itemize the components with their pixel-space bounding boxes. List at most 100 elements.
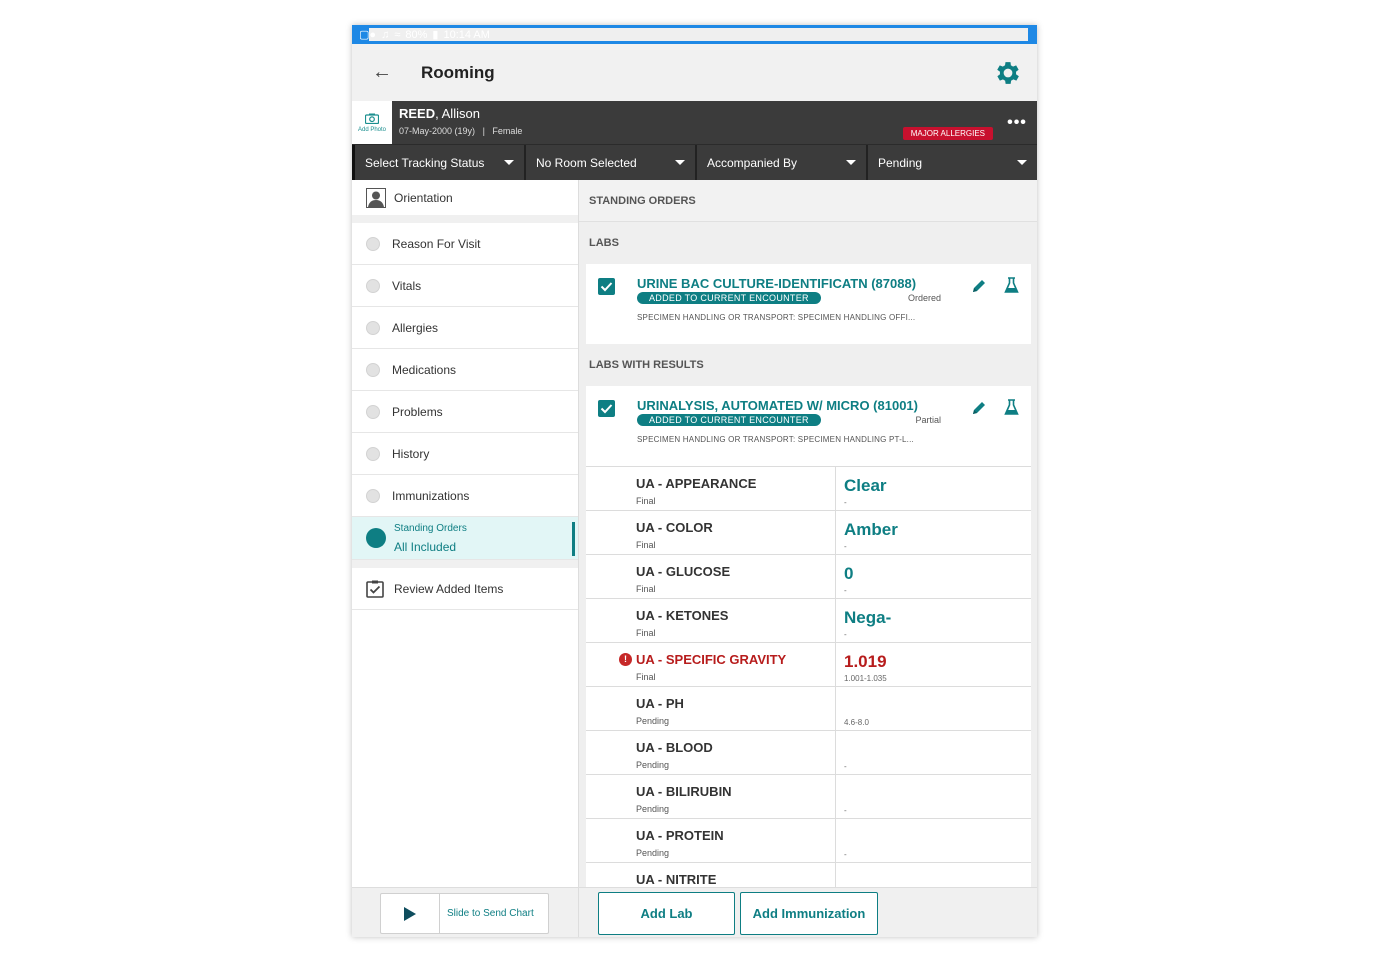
checkmark-icon [600, 404, 613, 414]
result-name: UA - BILIRUBIN [636, 784, 732, 799]
table-row: UA - APPEARANCE Final Clear - [586, 466, 1031, 510]
add-lab-button[interactable]: Add Lab [598, 892, 735, 935]
nav-item-vitals[interactable]: Vitals [352, 265, 578, 307]
result-range: - [844, 630, 847, 639]
result-value: Clear [844, 476, 887, 495]
result-value [844, 740, 1031, 760]
caret-down-icon [1017, 160, 1027, 165]
table-row: UA - BILIRUBIN Pending - [586, 774, 1031, 818]
table-row: UA - PROTEIN Pending - [586, 818, 1031, 862]
alert-icon: ! [619, 653, 632, 666]
nav-item-immunizations[interactable]: Immunizations [352, 475, 578, 517]
caret-down-icon [675, 160, 685, 165]
result-range: - [844, 806, 847, 815]
result-status: Final [636, 628, 656, 638]
added-to-encounter-badge: ADDED TO CURRENT ENCOUNTER [637, 292, 821, 304]
result-name: ! UA - SPECIFIC GRAVITY [619, 652, 835, 667]
result-value [844, 784, 1031, 804]
lab-status: Partial [915, 415, 941, 425]
nav-divider [352, 560, 578, 568]
play-arrow-icon [404, 906, 416, 921]
result-name: UA - NITRITE [636, 872, 717, 887]
result-range: - [844, 586, 847, 595]
edit-pencil-icon[interactable] [971, 400, 987, 416]
clock: 10:14 AM [443, 28, 490, 41]
result-value [844, 872, 1031, 887]
result-value [844, 696, 1031, 716]
nav-item-review-added-items[interactable]: Review Added Items [352, 568, 578, 610]
result-status: Pending [636, 848, 670, 858]
nav-item-standing-orders[interactable]: Standing Orders All Included [352, 517, 578, 560]
nav-item-reason-for-visit[interactable]: Reason For Visit [352, 223, 578, 265]
add-photo-label: Add Photo [357, 126, 387, 133]
result-name: UA - PH [636, 696, 684, 711]
result-value: Amber [844, 520, 898, 539]
lab-card-urine-culture: URINE BAC CULTURE-IDENTIFICATN (87088) A… [586, 264, 1031, 344]
clipboard-check-icon [366, 580, 384, 598]
app-bar: ← Rooming [352, 44, 1037, 101]
checkmark-icon [600, 282, 613, 292]
table-row: UA - GLUCOSE Final 0 - [586, 554, 1031, 598]
battery-percent: 80% [405, 28, 428, 41]
encounter-dropdown-bar: Select Tracking Status No Room Selected … [352, 144, 1037, 180]
mute-icon: ♫ [381, 28, 390, 41]
lab-specimen-info: SPECIMEN HANDLING OR TRANSPORT: SPECIMEN… [637, 313, 916, 322]
standing-orders-header: STANDING ORDERS [579, 180, 1037, 222]
result-status: Final [636, 584, 656, 594]
result-status: Final [636, 496, 656, 506]
major-allergies-badge[interactable]: MAJOR ALLERGIES [902, 127, 993, 140]
nav-item-history[interactable]: History [352, 433, 578, 475]
slide-handle[interactable] [381, 894, 440, 933]
caret-down-icon [846, 160, 856, 165]
slide-label: Slide to Send Chart [447, 908, 534, 919]
lab-flask-icon[interactable] [1004, 399, 1019, 416]
labs-header: LABS [589, 237, 619, 249]
status-bar: ▢ ● ♫ ≈ 80% ▮ 10:14 AM [352, 25, 1037, 44]
nav-item-problems[interactable]: Problems [352, 391, 578, 433]
pending-dropdown[interactable]: Pending [866, 145, 1037, 180]
table-row: UA - BLOOD Pending - [586, 730, 1031, 774]
lab-flask-icon[interactable] [1004, 277, 1019, 294]
more-options-icon[interactable]: ••• [997, 101, 1037, 144]
result-range: - [844, 498, 847, 507]
nav-item-allergies[interactable]: Allergies [352, 307, 578, 349]
radio-icon [366, 446, 380, 461]
result-name: UA - PROTEIN [636, 828, 724, 843]
tracking-status-dropdown[interactable]: Select Tracking Status [352, 145, 524, 180]
result-name: UA - APPEARANCE [636, 476, 757, 491]
camera-icon [365, 113, 379, 124]
back-arrow-icon[interactable]: ← [372, 61, 402, 84]
result-value: Nega- [844, 608, 892, 627]
result-value: 0 [844, 564, 854, 583]
nav-item-medications[interactable]: Medications [352, 349, 578, 391]
lab-title: URINALYSIS, AUTOMATED W/ MICRO (81001) [637, 398, 918, 413]
result-name: UA - GLUCOSE [636, 564, 731, 579]
lab-card-urinalysis: URINALYSIS, AUTOMATED W/ MICRO (81001) A… [586, 386, 1031, 466]
radio-icon [366, 236, 380, 251]
edit-pencil-icon[interactable] [971, 278, 987, 294]
patient-banner: Add Photo REED, Allison 07-May-2000 (19y… [352, 101, 1037, 144]
lab-checkbox[interactable] [598, 278, 615, 295]
standing-orders-panel: STANDING ORDERS LABS URINE BAC CULTURE-I… [579, 180, 1037, 887]
add-immunization-button[interactable]: Add Immunization [740, 892, 878, 935]
lab-checkbox[interactable] [598, 400, 615, 417]
slide-to-send-chart[interactable]: Slide to Send Chart [380, 893, 549, 934]
add-photo-button[interactable]: Add Photo [352, 101, 392, 144]
accompanied-by-dropdown[interactable]: Accompanied By [695, 145, 866, 180]
result-range: 1.001-1.035 [844, 674, 887, 683]
result-range: 4.6-8.0 [844, 718, 869, 727]
table-row: UA - COLOR Final Amber - [586, 510, 1031, 554]
table-row: UA - PH Pending 4.6-8.0 [586, 686, 1031, 730]
result-range: - [844, 762, 847, 771]
result-name: UA - BLOOD [636, 740, 713, 755]
active-indicator [572, 522, 575, 556]
notification-icon: ▢ [359, 29, 370, 41]
result-value [844, 828, 1031, 848]
gear-icon[interactable] [993, 58, 1023, 88]
nav-item-orientation[interactable]: Orientation [352, 180, 578, 223]
result-status: Pending [636, 716, 670, 726]
result-name: UA - KETONES [636, 608, 729, 623]
tablet-screen: ▢ ● ♫ ≈ 80% ▮ 10:14 AM ← Rooming Add Pho… [352, 25, 1037, 937]
room-dropdown[interactable]: No Room Selected [524, 145, 695, 180]
rooming-nav: Orientation Reason For Visit Vitals Alle… [352, 180, 579, 887]
